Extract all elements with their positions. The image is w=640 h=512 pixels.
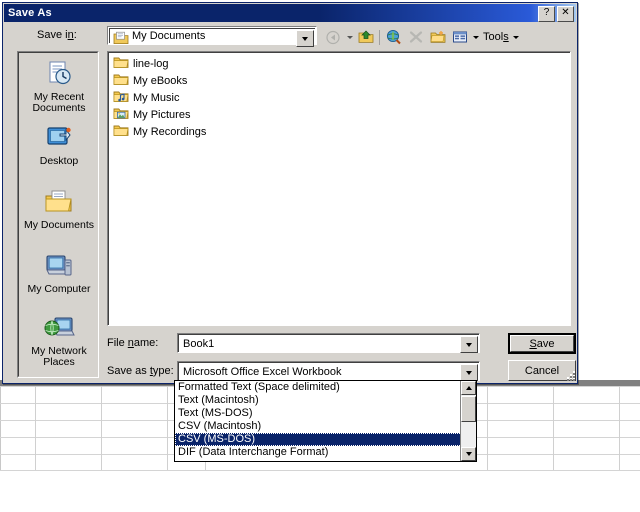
file-list-item[interactable]: My Recordings	[113, 124, 570, 140]
places-bar: My Recent Documents Desktop	[17, 51, 99, 378]
places-item-label: My Documents	[24, 220, 94, 231]
dropdown-scrollbar[interactable]	[460, 381, 476, 461]
chevron-down-icon	[466, 452, 472, 456]
file-name: My eBooks	[133, 75, 187, 87]
scrollbar-thumb[interactable]	[461, 396, 476, 422]
my-documents-icon	[43, 188, 75, 218]
tools-dropdown-arrow[interactable]	[512, 36, 521, 39]
delete-button[interactable]	[405, 27, 426, 47]
my-computer-icon	[43, 252, 75, 282]
file-name: My Recordings	[133, 126, 206, 138]
save-in-combobox[interactable]: My Documents	[107, 26, 317, 45]
chevron-down-icon	[302, 37, 308, 41]
search-web-button[interactable]	[383, 27, 404, 47]
file-name-label: File name:	[107, 337, 158, 349]
places-item-desktop[interactable]: Desktop	[20, 121, 98, 179]
places-item-my-network-places[interactable]: My Network Places	[20, 311, 98, 369]
views-button[interactable]	[449, 27, 470, 47]
views-dropdown-arrow[interactable]	[471, 36, 480, 39]
new-folder-button[interactable]	[427, 27, 448, 47]
places-item-label: Desktop	[40, 156, 79, 167]
cancel-button-label: Cancel	[525, 365, 559, 377]
resize-grip[interactable]	[563, 369, 575, 381]
desktop-icon	[43, 124, 75, 154]
save-as-type-value: Microsoft Office Excel Workbook	[179, 366, 342, 378]
help-button[interactable]: ?	[538, 6, 555, 22]
dropdown-option[interactable]: Text (MS-DOS)	[175, 407, 476, 420]
dropdown-option[interactable]: Text (Macintosh)	[175, 394, 476, 407]
file-list[interactable]: line-log My eBooks	[107, 51, 571, 326]
chevron-down-icon	[466, 343, 472, 347]
file-name-value: Book1	[179, 338, 214, 350]
chevron-down-icon	[466, 371, 472, 375]
recent-documents-icon	[43, 60, 75, 90]
dropdown-option[interactable]: CSV (Macintosh)	[175, 420, 476, 433]
file-list-item[interactable]: My Music	[113, 90, 570, 106]
grid-row-line	[0, 470, 640, 471]
places-item-my-recent-documents[interactable]: My Recent Documents	[20, 57, 98, 115]
file-name-input[interactable]: Book1	[177, 333, 480, 353]
places-item-my-documents[interactable]: My Documents	[20, 185, 98, 243]
save-as-dialog: Save As ? ✕ Save in:	[2, 2, 578, 384]
save-button[interactable]: Save	[508, 333, 576, 354]
file-list-item[interactable]: line-log	[113, 56, 570, 72]
dialog-titlebar[interactable]: Save As ? ✕	[4, 4, 576, 22]
save-as-type-combobox[interactable]: Microsoft Office Excel Workbook	[177, 361, 480, 381]
save-in-label: Save in:	[37, 29, 77, 41]
file-name: line-log	[133, 58, 168, 70]
grid-col-line	[35, 386, 36, 470]
dropdown-option-selected[interactable]: CSV (MS-DOS)	[175, 433, 476, 446]
file-name: My Music	[133, 92, 179, 104]
save-button-label: Save	[529, 338, 554, 350]
grid-left-edge	[0, 386, 1, 470]
grid-col-line	[167, 386, 168, 470]
folder-icon	[113, 123, 129, 142]
network-places-icon	[43, 314, 75, 344]
tools-menu-button[interactable]: Tools	[481, 31, 511, 43]
file-name: My Pictures	[133, 109, 190, 121]
dialog-toolbar: Tools	[323, 27, 521, 47]
file-list-item[interactable]: My Pictures	[113, 107, 570, 123]
save-as-type-label: Save as type:	[107, 365, 174, 377]
places-item-my-computer[interactable]: My Computer	[20, 249, 98, 307]
save-as-type-dropdown-list[interactable]: Formatted Text (Space delimited) Text (M…	[174, 380, 477, 462]
save-in-dropdown-arrow[interactable]	[296, 30, 314, 47]
titlebar-buttons: ? ✕	[538, 6, 574, 22]
my-documents-folder-icon	[113, 31, 129, 45]
chevron-up-icon	[466, 386, 472, 390]
dropdown-option[interactable]: DIF (Data Interchange Format)	[175, 446, 476, 459]
save-as-type-dropdown-arrow[interactable]	[460, 364, 478, 381]
grid-col-line	[553, 386, 554, 470]
dialog-title: Save As	[4, 7, 52, 19]
grid-col-line	[487, 386, 488, 470]
scroll-up-button[interactable]	[461, 381, 476, 395]
grid-col-line	[101, 386, 102, 470]
back-dropdown-arrow[interactable]	[345, 36, 354, 39]
grid-col-line	[619, 386, 620, 470]
up-one-level-button[interactable]	[355, 27, 376, 47]
scroll-down-button[interactable]	[461, 447, 476, 461]
places-item-label: My Network Places	[20, 346, 98, 368]
file-name-dropdown-arrow[interactable]	[460, 336, 478, 353]
dropdown-option[interactable]: Formatted Text (Space delimited)	[175, 381, 476, 394]
file-list-item[interactable]: My eBooks	[113, 73, 570, 89]
toolbar-separator	[379, 30, 380, 45]
places-item-label: My Computer	[27, 284, 90, 295]
close-icon[interactable]: ✕	[557, 6, 574, 22]
screen: Save As ? ✕ Save in:	[0, 0, 640, 512]
back-button[interactable]	[323, 27, 344, 47]
places-item-label: My Recent Documents	[20, 92, 98, 114]
